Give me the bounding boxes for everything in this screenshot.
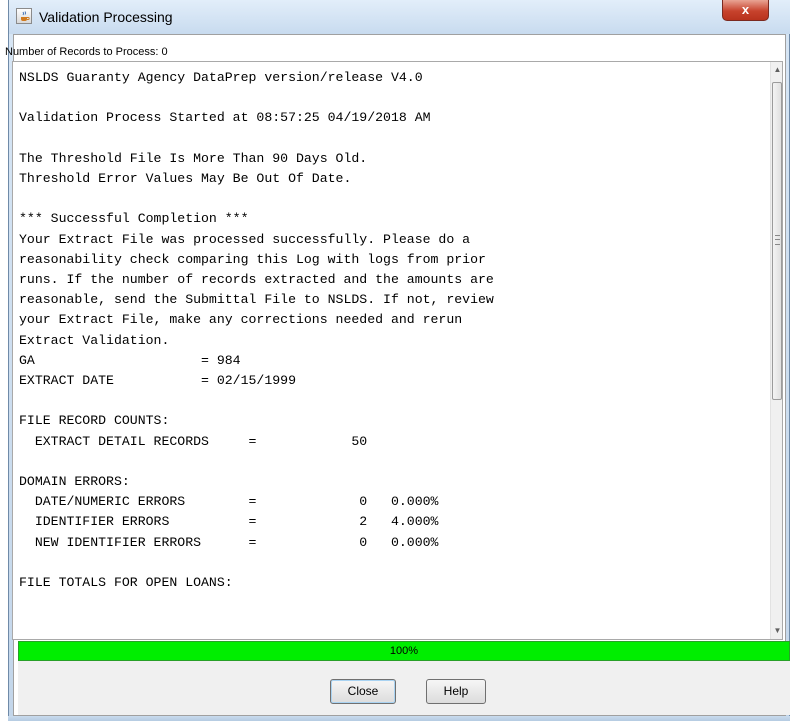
button-bar: Close Help (18, 661, 790, 715)
log-line: FILE TOTALS FOR OPEN LOANS: (19, 575, 233, 591)
window-title: Validation Processing (39, 9, 173, 25)
java-cup-icon (16, 8, 32, 24)
arrow-down-icon[interactable]: ▼ (771, 623, 782, 639)
arrow-up-icon[interactable]: ▲ (771, 62, 782, 78)
title-bar[interactable]: Validation Processing x (9, 0, 790, 34)
log-line: reasonable, send the Submittal File to N… (19, 292, 494, 308)
window-bottom-edge (8, 716, 790, 721)
progress-bar: 100% (18, 641, 790, 661)
log-line: DATE/NUMERIC ERRORS = 0 0.000% (19, 494, 439, 510)
log-line: GA = 984 (19, 352, 241, 368)
log-line: NEW IDENTIFIER ERRORS = 0 0.000% (19, 534, 439, 550)
log-line: *** Successful Completion *** (19, 211, 249, 227)
log-line: The Threshold File Is More Than 90 Days … (19, 150, 368, 166)
progress-label: 100% (389, 645, 419, 657)
close-button[interactable]: Close (330, 679, 396, 704)
log-content: NSLDS Guaranty Agency DataPrep version/r… (19, 68, 764, 636)
vertical-scrollbar[interactable]: ▲ ▼ (770, 62, 782, 639)
help-button[interactable]: Help (426, 679, 486, 704)
records-to-process-label: Number of Records to Process: 0 (5, 46, 168, 58)
log-line: Validation Process Started at 08:57:25 0… (19, 110, 431, 126)
log-line: EXTRACT DATE = 02/15/1999 (19, 373, 296, 389)
log-text-area[interactable]: NSLDS Guaranty Agency DataPrep version/r… (12, 61, 783, 640)
log-line: NSLDS Guaranty Agency DataPrep version/r… (19, 70, 423, 85)
log-line: EXTRACT DETAIL RECORDS = 50 (19, 433, 368, 449)
log-line: your Extract File, make any corrections … (19, 312, 463, 328)
window-close-button[interactable]: x (722, 0, 769, 21)
log-line: IDENTIFIER ERRORS = 2 4.000% (19, 514, 439, 530)
log-line: Your Extract File was processed successf… (19, 231, 471, 247)
log-line: FILE RECORD COUNTS: (19, 413, 170, 429)
log-line: runs. If the number of records extracted… (19, 272, 494, 288)
log-line: reasonability check comparing this Log w… (19, 251, 486, 267)
log-line: Threshold Error Values May Be Out Of Dat… (19, 171, 352, 187)
grip-icon (775, 235, 780, 245)
log-line: DOMAIN ERRORS: (19, 474, 130, 490)
log-line: Extract Validation. (19, 332, 170, 348)
scrollbar-thumb[interactable] (772, 82, 782, 400)
